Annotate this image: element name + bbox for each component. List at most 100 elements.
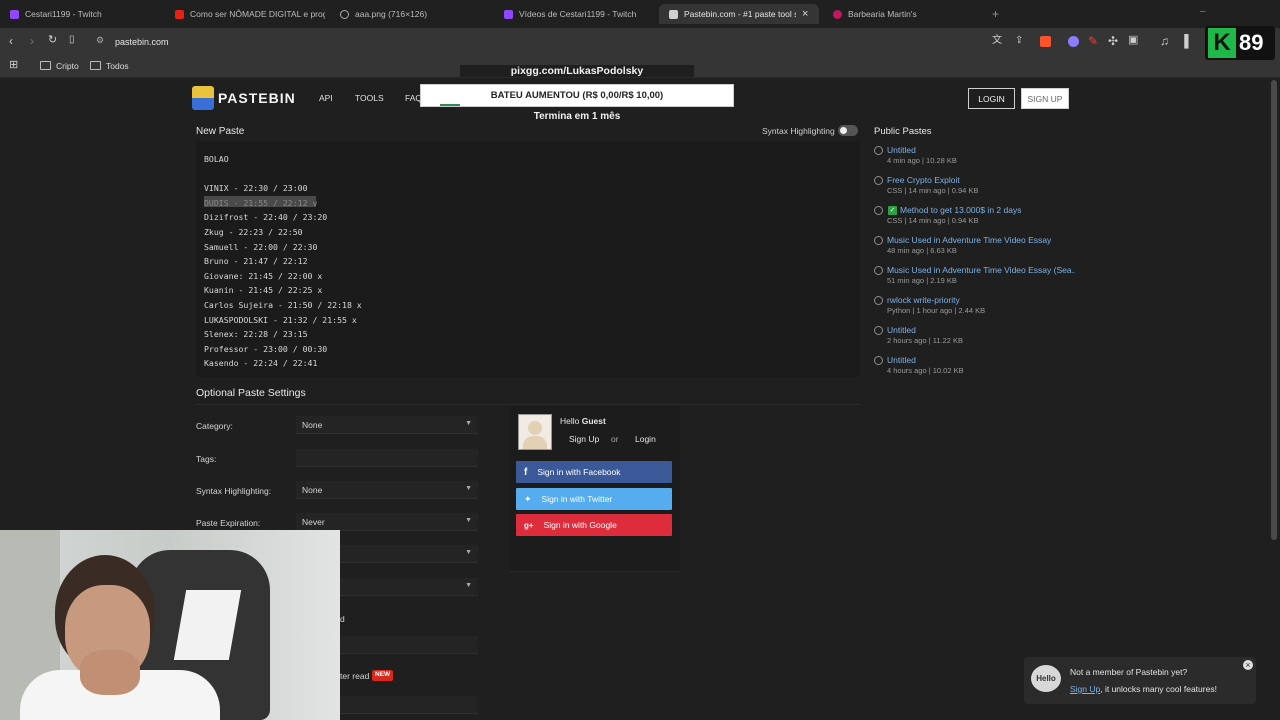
code-line: Professor - 23:00 / 00:30 [204, 343, 328, 354]
public-paste-title[interactable]: Untitled [887, 325, 916, 335]
public-paste-title[interactable]: rwlock write-priority [887, 295, 960, 305]
back-icon[interactable]: ‹ [9, 35, 13, 47]
syntax-highlighting-value: None [302, 485, 323, 495]
tab-label: Barbearia Martin's [848, 9, 917, 19]
signup-button[interactable]: SIGN UP [1021, 88, 1069, 109]
code-line: Kasendo - 22:24 / 22:41 [204, 358, 318, 369]
public-paste-title[interactable]: Music Used in Adventure Time Video Essay [887, 235, 1051, 245]
globe-icon [874, 296, 883, 305]
media-icon[interactable]: ♫ [1160, 35, 1169, 47]
syntax-toggle[interactable] [838, 125, 858, 136]
paste-code-text: BOLAO VINIX - 22:30 / 23:00 DUDIS - 21:55… [204, 152, 362, 371]
pastebin-logo[interactable]: PASTEBIN [218, 90, 296, 106]
site-info-icon[interactable]: ⚙ [96, 36, 104, 45]
nav-tools[interactable]: TOOLS [355, 93, 384, 103]
sidebar-icon[interactable]: ▐ [1180, 35, 1189, 47]
public-paste-title[interactable]: Free Crypto Exploit [887, 175, 960, 185]
public-paste-item[interactable]: rwlock write-priority Python | 1 hour ago… [874, 295, 1074, 321]
goal-ends-in: Termina em 1 mês [533, 111, 621, 122]
bookmark-folder-todos[interactable]: Todos [106, 61, 129, 71]
tab-image[interactable]: aaa.png (716×126) [330, 4, 490, 24]
brave-shield-icon[interactable] [1040, 36, 1051, 47]
google-signin-button[interactable]: g+ Sign in with Google [516, 514, 672, 536]
public-paste-item[interactable]: Music Used in Adventure Time Video Essay… [874, 265, 1075, 291]
code-line: Samuell - 22:00 / 22:30 [204, 241, 318, 252]
tab-twitch-cestari[interactable]: Cestari1199 - Twitch [0, 4, 160, 24]
minimize-icon[interactable]: – [1200, 7, 1206, 17]
tab-label: Como ser NÔMADE DIGITAL e progr... [190, 9, 325, 19]
facebook-signin-button[interactable]: f Sign in with Facebook [516, 461, 672, 483]
forward-icon[interactable]: › [30, 35, 34, 47]
public-paste-title[interactable]: Untitled [887, 355, 916, 365]
syntax-toggle-label: Syntax Highlighting [762, 126, 835, 136]
tab-label: Vídeos de Cestari1199 - Twitch [519, 9, 637, 19]
avatar-body [523, 436, 547, 449]
badge-number: 89 [1239, 30, 1264, 55]
url-field[interactable]: pastebin.com [115, 37, 169, 47]
code-line: LUKASPODOLSKI - 21:32 / 21:55 x [204, 314, 357, 325]
guest-signup-link[interactable]: Sign Up [569, 434, 599, 444]
close-tab-icon[interactable]: × [802, 8, 808, 20]
burn-after-read-label: ter read [340, 671, 370, 681]
password-label-partial: d [340, 614, 345, 624]
pastebin-logo-icon[interactable] [192, 86, 214, 110]
extension-icon[interactable] [1068, 36, 1079, 47]
avatar [518, 414, 552, 450]
badge-letter: K [1208, 28, 1236, 58]
twitter-icon: ✦ [524, 493, 532, 504]
webcam-overlay [0, 530, 340, 720]
syntax-highlighting-select[interactable]: None ▼ [296, 481, 478, 499]
folder-icon [90, 61, 101, 70]
code-line: VINIX - 22:30 / 23:00 [204, 183, 308, 194]
paste-expiration-select[interactable]: Never ▼ [296, 513, 478, 531]
bookmark-folder-cripto[interactable]: Cripto [56, 61, 79, 71]
chevron-down-icon: ▼ [465, 517, 472, 524]
chevron-down-icon: ▼ [465, 549, 472, 556]
globe-icon [874, 176, 883, 185]
code-line: BOLAO [204, 154, 229, 164]
translate-icon[interactable]: 文 [992, 36, 1002, 46]
reload-icon[interactable]: ↻ [48, 35, 57, 46]
member-popup-signup-link[interactable]: Sign Up [1070, 684, 1100, 694]
category-label: Category: [196, 421, 233, 431]
public-paste-meta: CSS | 14 min ago | 0.94 KB [887, 186, 979, 195]
public-paste-meta: CSS | 14 min ago | 0.94 KB [887, 216, 979, 225]
globe-icon [874, 236, 883, 245]
public-paste-title[interactable]: Method to get 13.000$ in 2 days [900, 205, 1021, 215]
public-paste-title[interactable]: Music Used in Adventure Time Video Essay… [887, 265, 1075, 275]
nav-api[interactable]: API [319, 93, 333, 103]
pen-extension-icon[interactable]: ✎ [1088, 35, 1098, 47]
code-line: Dizifrost - 22:40 / 23:20 [204, 212, 328, 223]
page-scrollbar[interactable] [1271, 80, 1277, 540]
guest-login-link[interactable]: Login [635, 434, 656, 444]
public-paste-item[interactable]: ✓ Method to get 13.000$ in 2 days CSS | 14… [874, 205, 1074, 231]
tab-label: Pastebin.com - #1 paste tool sin... [684, 9, 796, 19]
paste-expiration-value: Never [302, 517, 325, 527]
goal-bar: BATEU AUMENTOU (R$ 0,00/R$ 10,00) [420, 84, 734, 107]
screenshot-icon[interactable]: ▣ [1128, 35, 1138, 46]
public-paste-item[interactable]: Untitled 2 hours ago | 11.22 KB [874, 325, 1074, 351]
public-paste-item[interactable]: Free Crypto Exploit CSS | 14 min ago | 0.… [874, 175, 1074, 201]
login-button[interactable]: LOGIN [968, 88, 1015, 109]
puzzle-icon[interactable]: ✣ [1108, 35, 1118, 47]
apps-grid-icon[interactable]: ⊞ [9, 60, 18, 71]
public-paste-item[interactable]: Untitled 4 min ago | 10.28 KB [874, 145, 1074, 171]
new-tab-button[interactable]: + [992, 8, 999, 20]
tab-twitch-videos[interactable]: Vídeos de Cestari1199 - Twitch [494, 4, 654, 24]
tags-input[interactable] [296, 449, 478, 467]
code-line: Kuanin - 21:45 / 22:25 x [204, 285, 323, 296]
tab-youtube[interactable]: Como ser NÔMADE DIGITAL e progr... [165, 4, 325, 24]
category-select[interactable]: None ▼ [296, 416, 478, 434]
close-popup-icon[interactable]: × [1243, 660, 1253, 670]
share-icon[interactable]: ⇪ [1015, 36, 1023, 46]
public-paste-item[interactable]: Untitled 4 hours ago | 10.02 KB [874, 355, 1074, 381]
public-paste-item[interactable]: Music Used in Adventure Time Video Essay… [874, 235, 1074, 261]
tab-pastebin[interactable]: Pastebin.com - #1 paste tool sin... × [659, 4, 819, 24]
twitter-signin-button[interactable]: ✦ Sign in with Twitter [516, 488, 672, 510]
code-line: Giovane: 21:45 / 22:00 x [204, 270, 323, 281]
public-paste-title[interactable]: Untitled [887, 145, 916, 155]
code-line: Slenex: 22:28 / 23:15 [204, 329, 308, 340]
twitter-signin-label: Sign in with Twitter [541, 494, 613, 504]
bookmark-icon[interactable]: ▯ [69, 35, 75, 45]
tab-barbearia[interactable]: Barbearia Martin's [823, 4, 983, 24]
